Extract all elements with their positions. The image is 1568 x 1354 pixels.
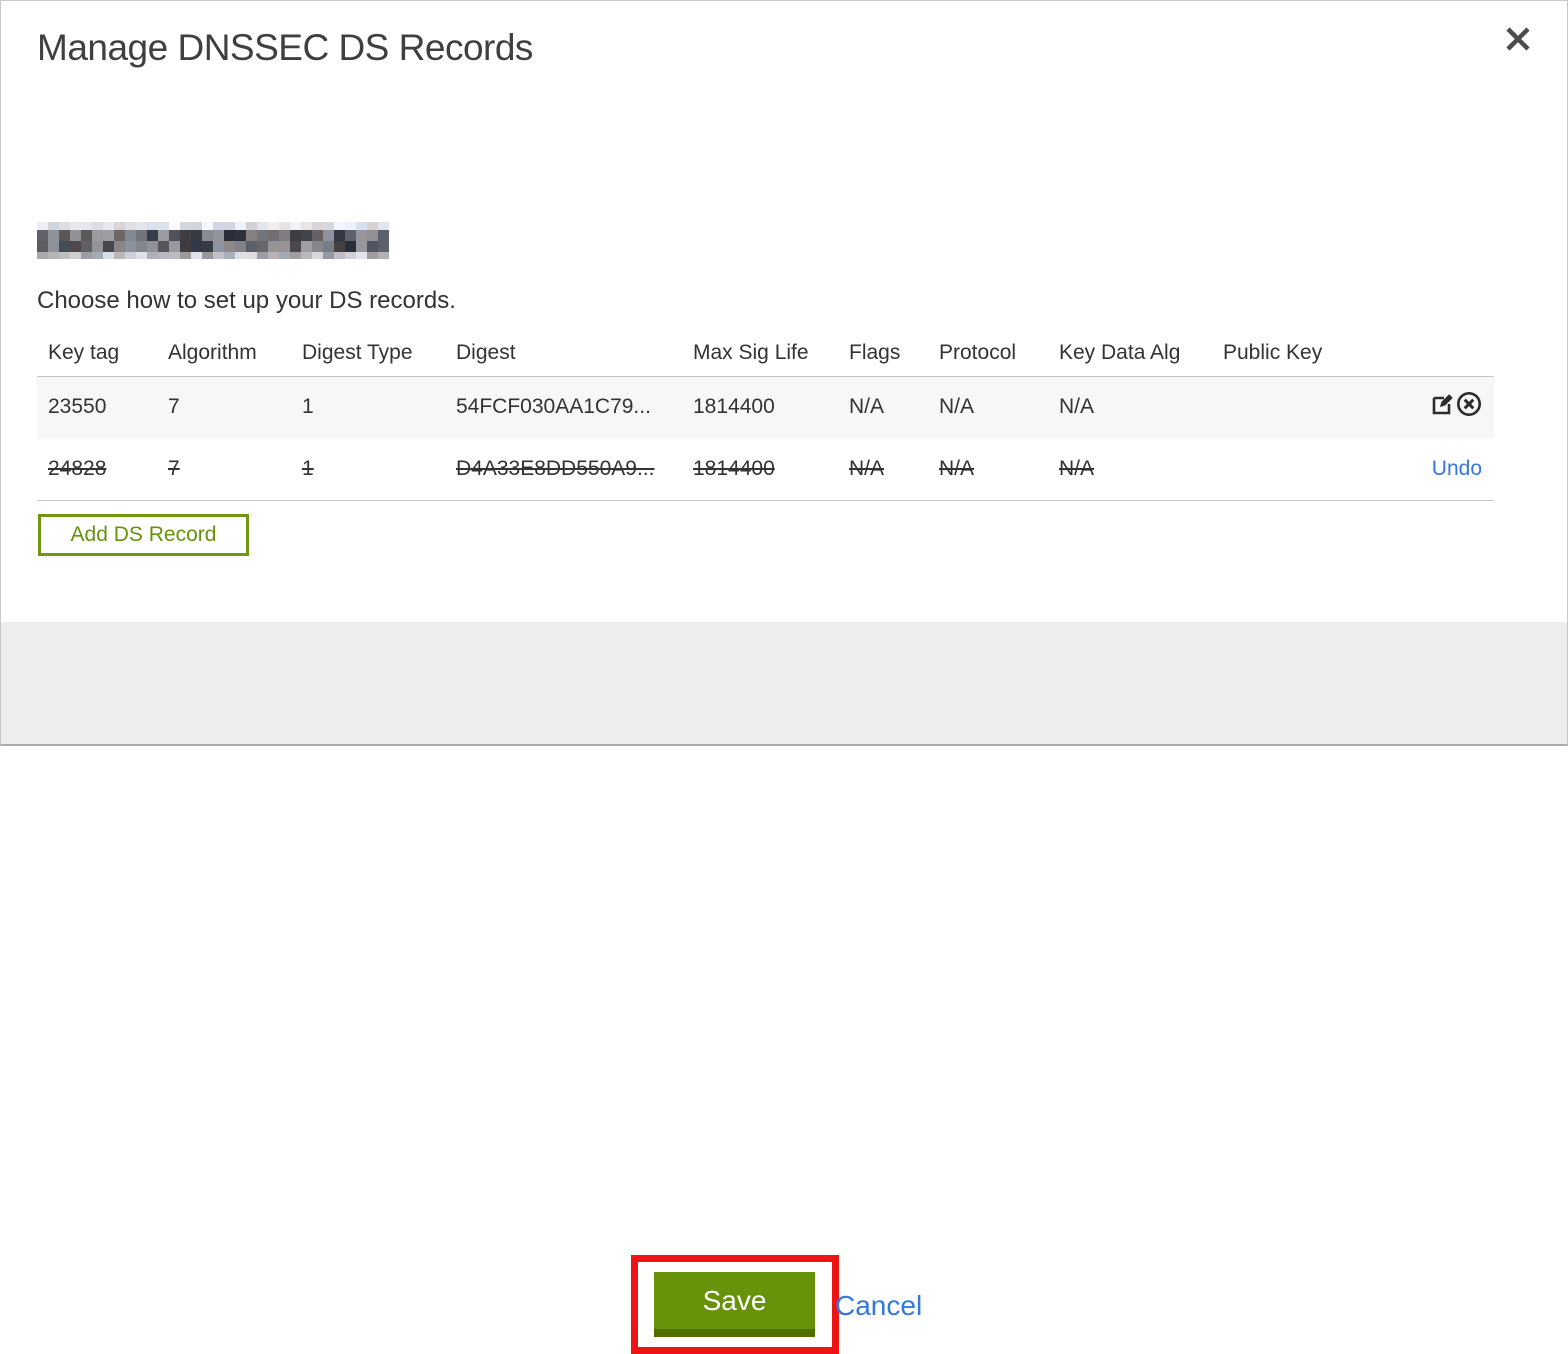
column-header-algorithm: Algorithm (168, 341, 257, 365)
cell-key-tag: 24828 (37, 438, 157, 500)
close-button[interactable] (1501, 23, 1535, 57)
page-title: Manage DNSSEC DS Records (37, 27, 533, 68)
cell-text: 23550 (48, 395, 107, 419)
cell-text: N/A (939, 395, 975, 419)
cancel-link[interactable]: Cancel (835, 1290, 922, 1322)
add-ds-record-button[interactable]: Add DS Record (38, 514, 249, 556)
cell-text: D4A33E8DD550A9... (456, 456, 655, 480)
column-header-digest-type: Digest Type (302, 341, 413, 365)
cell-text: 7 (168, 395, 180, 419)
cell-algorithm: 7 (157, 438, 291, 500)
cell-key-tag: 23550 (37, 376, 157, 438)
cell-public-key (1212, 438, 1332, 500)
column-header-digest: Digest (456, 341, 516, 365)
cell-max-sig-life: 1814400 (682, 438, 838, 500)
table-header-row: Key tag Algorithm Digest Type Digest Max Sig… (37, 331, 1494, 376)
cell-text: 1814400 (693, 456, 775, 480)
cell-key-data-alg: N/A (1048, 376, 1212, 438)
cell-protocol: N/A (928, 376, 1048, 438)
cell-digest: D4A33E8DD550A9... (445, 438, 682, 500)
column-header-actions (1332, 331, 1494, 376)
instruction-text: Choose how to set up your DS records. (37, 287, 456, 314)
cell-text: N/A (1059, 456, 1095, 480)
cell-key-data-alg: N/A (1048, 438, 1212, 500)
edit-icon[interactable] (1430, 392, 1455, 423)
cell-flags: N/A (838, 438, 928, 500)
column-header-max-sig-life: Max Sig Life (693, 341, 809, 365)
cell-protocol: N/A (928, 438, 1048, 500)
cell-digest: 54FCF030AA1C79... (445, 376, 682, 438)
column-header-public-key: Public Key (1223, 341, 1323, 365)
column-header-key-tag: Key tag (48, 341, 120, 365)
ds-records-table: Key tag Algorithm Digest Type Digest Max Sig… (37, 331, 1494, 501)
cell-text: 1814400 (693, 395, 775, 419)
cell-text: 1 (302, 395, 314, 419)
cell-text: 54FCF030AA1C79... (456, 395, 651, 419)
cell-text: N/A (849, 456, 885, 480)
redacted-domain-name (37, 222, 389, 259)
cell-actions: Undo (1332, 438, 1494, 500)
cell-public-key (1212, 376, 1332, 438)
cell-text: N/A (939, 456, 975, 480)
table-row: 23550 7 1 54FCF030AA1C79... 1814400 N/A N/A N/A (37, 376, 1494, 438)
cell-actions (1332, 376, 1494, 438)
undo-link[interactable]: Undo (1432, 457, 1482, 480)
cell-flags: N/A (838, 376, 928, 438)
cell-text: N/A (1059, 395, 1095, 419)
column-header-protocol: Protocol (939, 341, 1017, 365)
save-button[interactable]: Save (654, 1272, 815, 1337)
cell-text: N/A (849, 395, 885, 419)
table-row: 24828 7 1 D4A33E8DD550A9... 1814400 N/A N/A N/A… (37, 438, 1494, 500)
cell-text: 7 (168, 456, 180, 480)
column-header-key-data-alg: Key Data Alg (1059, 341, 1181, 365)
cell-algorithm: 7 (157, 376, 291, 438)
column-header-flags: Flags (849, 341, 901, 365)
cell-text: 24828 (48, 456, 107, 480)
delete-icon[interactable] (1456, 391, 1482, 423)
cell-max-sig-life: 1814400 (682, 376, 838, 438)
cell-digest-type: 1 (291, 376, 445, 438)
cell-digest-type: 1 (291, 438, 445, 500)
modal-footer: Save Cancel (1, 622, 1567, 1354)
cell-text: 1 (302, 456, 314, 480)
dnssec-modal: Manage DNSSEC DS Records Choose how to s… (0, 0, 1568, 1354)
close-icon (1505, 26, 1531, 55)
